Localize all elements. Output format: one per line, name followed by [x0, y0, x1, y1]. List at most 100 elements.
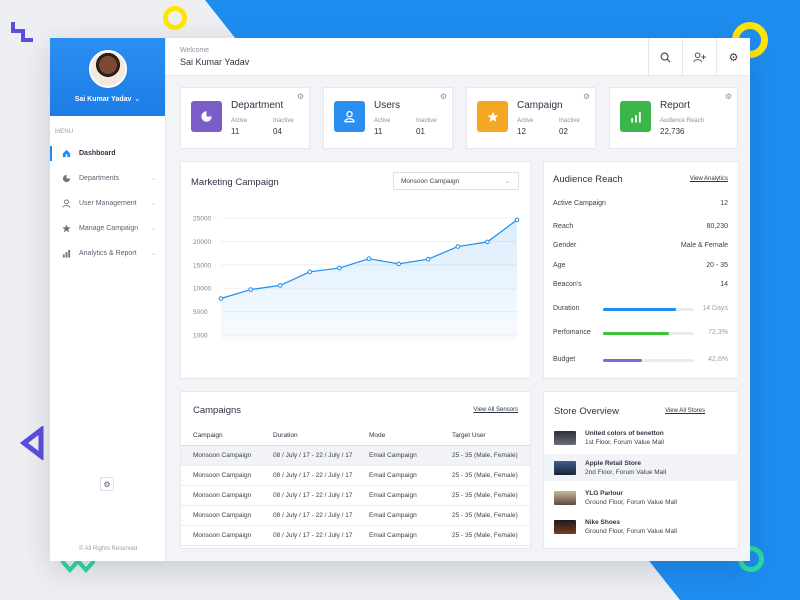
- star-icon: [61, 224, 71, 234]
- table-cell: Email Campaign: [369, 505, 452, 526]
- campaign-select[interactable]: Monsoon Campaign ⌄: [393, 172, 519, 190]
- gear-icon: ⚙: [728, 51, 739, 64]
- duration-bar: [603, 308, 694, 311]
- row-label: Beacon's: [553, 281, 582, 288]
- sidebar-item-label: Dashboard: [79, 150, 116, 157]
- table-row[interactable]: Monsoon Campaign 08 / July / 17 - 22 / J…: [181, 445, 530, 466]
- y-tick-label: 15000: [193, 262, 211, 269]
- audience-reach-card: Audience Reach View Analytics Active Cam…: [543, 161, 739, 379]
- welcome-user-name: Sai Kumar Yadav: [180, 56, 250, 67]
- data-point[interactable]: [248, 287, 253, 292]
- column-header: Mode: [369, 427, 452, 446]
- copyright: © All Rights Reserved: [78, 546, 138, 552]
- store-thumbnail: [554, 430, 576, 445]
- stat-value: 11: [374, 127, 383, 136]
- sidebar-item-manage-campaign[interactable]: Manage Campaign ⌄: [50, 216, 165, 241]
- data-point[interactable]: [514, 217, 520, 223]
- marketing-chart: 25000 20000 15000 10000 5000 1000: [193, 216, 520, 341]
- table-cell: 08 / July / 17 - 22 / July / 17: [273, 505, 369, 526]
- view-all-stores-link[interactable]: View All Stores: [665, 408, 705, 414]
- y-tick-label: 10000: [193, 286, 211, 293]
- table-cell: Monsoon Campaign: [181, 525, 273, 546]
- store-thumbnail: [554, 460, 576, 475]
- list-item[interactable]: YLG Parlour Ground Floor, Forum Value Ma…: [544, 484, 740, 511]
- sidebar-item-dashboard[interactable]: Dashboard: [50, 141, 165, 166]
- data-point[interactable]: [307, 269, 313, 275]
- welcome-label: Welcome: [180, 46, 210, 54]
- gear-icon[interactable]: ⚙: [440, 92, 447, 101]
- table-cell: Email Campaign: [369, 445, 452, 466]
- sidebar-item-analytics-report[interactable]: Analytics & Report ⌄: [50, 241, 165, 266]
- card-title: Campaigns: [193, 405, 242, 416]
- list-item[interactable]: Nike Shoes Ground Floor, Forum Value Mal…: [544, 513, 740, 540]
- stat-active: Active 11: [231, 118, 247, 136]
- add-user-button[interactable]: [682, 38, 716, 76]
- search-button[interactable]: [648, 38, 682, 76]
- settings-button[interactable]: ⚙: [716, 38, 750, 76]
- stat-card-report[interactable]: Report ⚙ Audience Reach 22,736: [609, 87, 738, 149]
- table-row[interactable]: Monsoon Campaign 08 / July / 17 - 22 / J…: [181, 505, 530, 526]
- gear-icon: ⚙: [103, 479, 111, 489]
- series-area: [221, 219, 517, 341]
- main-content: Welcome Sai Kumar Yadav ⚙ Department ⚙ A…: [166, 38, 750, 561]
- list-item[interactable]: United colors of benetton 1st Floor, For…: [544, 424, 740, 451]
- row-label: Gender: [553, 242, 577, 249]
- table-row[interactable]: Monsoon Campaign 08 / July / 17 - 22 / J…: [181, 525, 530, 546]
- data-point[interactable]: [396, 261, 401, 267]
- sidebar-item-user-management[interactable]: User Management ⌄: [50, 191, 165, 216]
- sidebar-item-label: User Management: [79, 200, 137, 207]
- store-name: Nike Shoes: [585, 518, 621, 526]
- list-item[interactable]: Apple Retail Store 2nd Floor, Forum Valu…: [544, 454, 740, 481]
- welcome-block: Welcome Sai Kumar Yadav: [166, 47, 249, 67]
- store-name: Apple Retail Store: [585, 459, 641, 467]
- data-point[interactable]: [455, 244, 461, 249]
- stat-card-users[interactable]: Users ⚙ Active 11 Inactive 01: [323, 87, 453, 149]
- table-cell: Monsoon Campaign: [181, 505, 273, 526]
- gear-icon[interactable]: ⚙: [725, 92, 732, 101]
- stat-card-campaign[interactable]: Campaign ⚙ Active 12 Inactive 02: [466, 87, 596, 149]
- chart-icon: [61, 249, 71, 259]
- table-cell: Monsoon Campaign: [181, 445, 273, 466]
- gear-icon[interactable]: ⚙: [583, 92, 590, 101]
- avatar[interactable]: [88, 50, 127, 88]
- chevron-down-icon: ⌄: [150, 251, 156, 257]
- row-value: 20 - 35: [706, 262, 728, 269]
- decorative-triangle: [20, 426, 44, 460]
- stat-card-department[interactable]: Department ⚙ Active 11 Inactive 04: [180, 87, 310, 149]
- store-name: United colors of benetton: [585, 429, 664, 437]
- performance-bar: [603, 332, 694, 335]
- table-header-row: Campaign Duration Mode Target User: [181, 427, 530, 446]
- audience-row: Reach 80,230: [553, 223, 728, 230]
- view-all-sensors-link[interactable]: View All Sensors: [473, 407, 518, 413]
- y-tick-label: 20000: [193, 239, 211, 246]
- table-cell: Email Campaign: [369, 485, 452, 506]
- decorative-zigzag: [11, 22, 33, 42]
- stat-label: Audience Reach: [660, 118, 705, 124]
- marketing-campaign-card: Marketing Campaign Monsoon Campaign ⌄ 25…: [180, 161, 531, 379]
- table-row[interactable]: Monsoon Campaign 08 / July / 17 - 22 / J…: [181, 485, 530, 506]
- data-point[interactable]: [337, 265, 342, 271]
- data-point[interactable]: [277, 283, 283, 288]
- data-point[interactable]: [485, 239, 490, 245]
- data-point[interactable]: [366, 256, 372, 262]
- select-value: Monsoon Campaign: [401, 177, 460, 185]
- data-point[interactable]: [218, 296, 224, 301]
- column-header: Target User: [452, 427, 530, 446]
- stat-label: Inactive: [273, 118, 294, 124]
- gear-icon[interactable]: ⚙: [297, 92, 304, 101]
- stat-value: 04: [273, 127, 282, 136]
- sidebar-item-label: Analytics & Report: [79, 250, 137, 257]
- card-title: Audience Reach: [553, 174, 623, 185]
- data-point[interactable]: [425, 256, 431, 262]
- top-actions: ⚙: [648, 38, 750, 76]
- store-thumbnail: [554, 519, 576, 534]
- sidebar: Sai Kumar Yadav ⌄ MENU Dashboard Departm…: [50, 38, 166, 561]
- table-row[interactable]: Monsoon Campaign 08 / July / 17 - 22 / J…: [181, 465, 530, 486]
- table-cell: 08 / July / 17 - 22 / July / 17: [273, 485, 369, 506]
- view-analytics-link[interactable]: View Analytics: [690, 176, 728, 182]
- profile-menu[interactable]: Sai Kumar Yadav ⌄: [75, 95, 141, 104]
- settings-button[interactable]: ⚙: [100, 477, 114, 491]
- sidebar-item-departments[interactable]: Departments ⌄: [50, 166, 165, 191]
- table-cell: 25 - 35 (Male, Female): [452, 485, 530, 506]
- stat-inactive: Inactive 02: [559, 118, 580, 136]
